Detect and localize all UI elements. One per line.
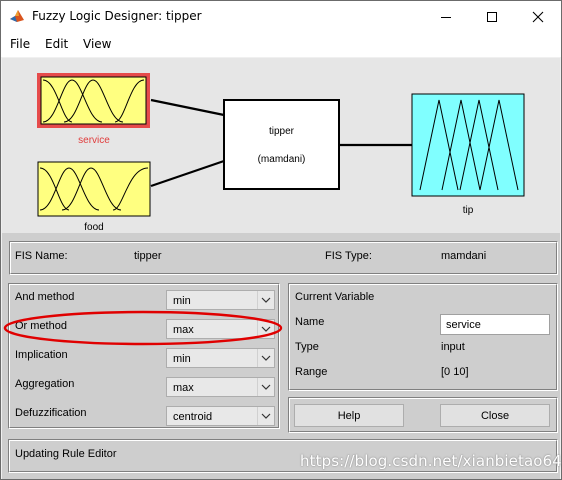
connector-service <box>150 98 225 117</box>
minimize-button[interactable] <box>423 1 469 32</box>
menu-view[interactable]: View <box>83 37 111 51</box>
chevron-down-icon <box>261 413 271 419</box>
variable-name-field[interactable]: service <box>440 314 550 335</box>
variable-type-label: Type <box>295 341 319 353</box>
current-variable-panel: Current Variable Name service Type input… <box>288 283 558 391</box>
properties-area: FIS Name: tipper FIS Type: mamdani And m… <box>2 233 560 479</box>
input-food-box[interactable] <box>37 161 151 217</box>
implication-value: min <box>173 353 191 365</box>
fis-type-value: mamdani <box>441 250 487 262</box>
connector-food <box>150 159 225 188</box>
fis-diagram: service food tipper (mamdani) tip <box>2 58 560 233</box>
menu-file[interactable]: File <box>10 37 30 51</box>
status-text: Updating Rule Editor <box>15 448 117 460</box>
system-box[interactable] <box>223 99 340 190</box>
help-button[interactable]: Help <box>294 404 404 427</box>
implication-dropdown[interactable]: min <box>166 348 275 368</box>
variable-range-value: [0 10] <box>441 366 469 378</box>
fuzzy-logic-designer-window: Fuzzy Logic Designer: tipper File Edit V… <box>0 0 562 480</box>
input-service-label: service <box>78 135 110 146</box>
aggregation-label: Aggregation <box>15 378 75 390</box>
chevron-down-icon <box>261 384 271 390</box>
matlab-app-icon <box>9 8 25 24</box>
menu-bar: File Edit View <box>1 32 561 57</box>
maximize-button[interactable] <box>469 1 515 32</box>
fis-type-label: FIS Type: <box>325 250 372 262</box>
fis-name-value: tipper <box>134 250 162 262</box>
watermark: https://blog.csdn.net/xianbietao6468 <box>300 452 562 470</box>
system-name-label: tipper <box>268 126 294 137</box>
close-icon <box>532 11 544 22</box>
close-button[interactable]: Close <box>440 404 550 427</box>
defuzzification-label: Defuzzification <box>15 407 87 419</box>
input-food-label: food <box>84 222 104 233</box>
menu-edit[interactable]: Edit <box>45 37 68 51</box>
title-bar: Fuzzy Logic Designer: tipper <box>1 1 561 32</box>
output-tip-box[interactable] <box>411 93 525 197</box>
defuzzification-value: centroid <box>173 411 213 423</box>
fis-name-label: FIS Name: <box>15 250 68 262</box>
variable-name-label: Name <box>295 316 325 328</box>
current-variable-title: Current Variable <box>295 291 375 303</box>
close-window-button[interactable] <box>515 1 561 32</box>
variable-type-value: input <box>441 341 465 353</box>
output-tip-label: tip <box>462 205 474 216</box>
chevron-down-icon <box>261 355 271 361</box>
maximize-icon <box>487 11 497 22</box>
aggregation-value: max <box>173 382 194 394</box>
system-type-label: (mamdani) <box>257 154 306 165</box>
variable-range-label: Range <box>295 366 328 378</box>
window-title: Fuzzy Logic Designer: tipper <box>32 9 202 23</box>
input-service-box[interactable] <box>37 73 150 128</box>
highlight-ellipse-annotation <box>3 310 283 346</box>
minimize-icon <box>441 16 451 18</box>
aggregation-dropdown[interactable]: max <box>166 377 275 397</box>
buttons-panel: Help Close <box>288 397 558 433</box>
fis-info-panel: FIS Name: tipper FIS Type: mamdani <box>9 241 558 275</box>
defuzzification-dropdown[interactable]: centroid <box>166 406 275 426</box>
